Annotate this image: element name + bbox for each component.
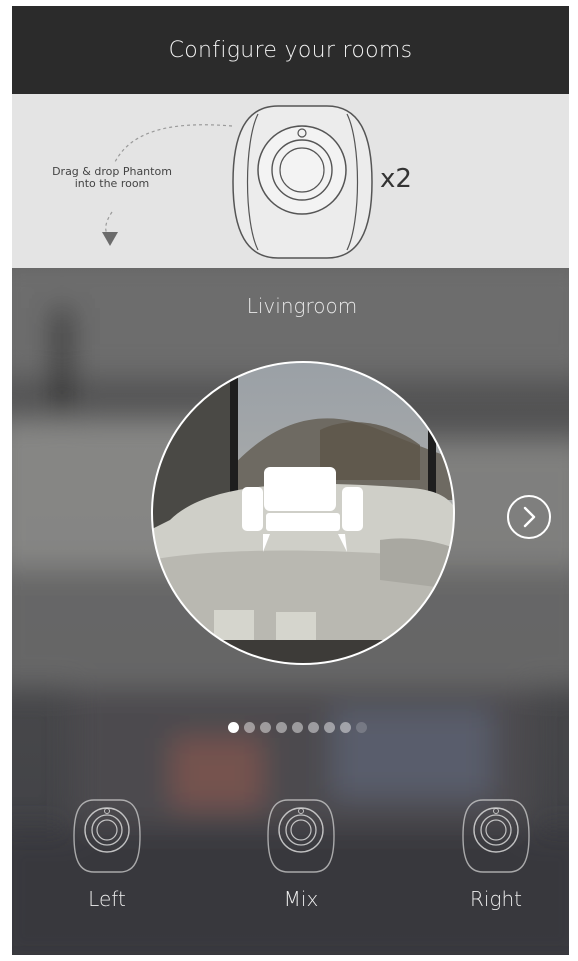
pager-dot[interactable]	[260, 722, 271, 733]
header-bar: Configure your rooms	[12, 6, 569, 94]
chevron-right-icon	[523, 506, 536, 528]
drag-hint-text: Drag & drop Phantom into the room	[42, 166, 182, 190]
pager-dot[interactable]	[356, 722, 367, 733]
drag-hint-line2: into the room	[74, 177, 150, 190]
pager-dot[interactable]	[308, 722, 319, 733]
drag-drop-panel: Drag & drop Phantom into the room x2	[12, 94, 569, 268]
slot-label-right: Right	[470, 887, 522, 911]
speaker-slot-right[interactable]: Right	[431, 798, 561, 911]
pager-dot[interactable]	[276, 722, 287, 733]
pager-dot[interactable]	[244, 722, 255, 733]
app-window: Configure your rooms Drag & drop Phantom…	[12, 6, 569, 955]
phantom-speaker-icon	[267, 799, 335, 873]
pager-dot[interactable]	[340, 722, 351, 733]
room-selector-circle[interactable]	[150, 360, 456, 666]
device-count: x2	[380, 164, 412, 194]
speaker-slot-mix[interactable]: Mix	[236, 798, 366, 911]
next-room-button[interactable]	[506, 494, 552, 540]
pager-dot[interactable]	[292, 722, 303, 733]
phantom-speaker-icon[interactable]	[230, 102, 375, 262]
pager-dot[interactable]	[228, 722, 239, 733]
speaker-slot-left[interactable]: Left	[42, 798, 172, 911]
phantom-speaker-icon	[462, 799, 530, 873]
page-title: Configure your rooms	[168, 37, 413, 63]
slot-label-mix: Mix	[283, 887, 319, 911]
pager-dot[interactable]	[324, 722, 335, 733]
slot-label-left: Left	[88, 887, 126, 911]
phantom-speaker-icon	[73, 799, 141, 873]
room-pager	[228, 722, 367, 734]
room-name: Livingroom	[246, 294, 358, 318]
room-view: Livingroom Left Mix Right	[12, 268, 569, 955]
